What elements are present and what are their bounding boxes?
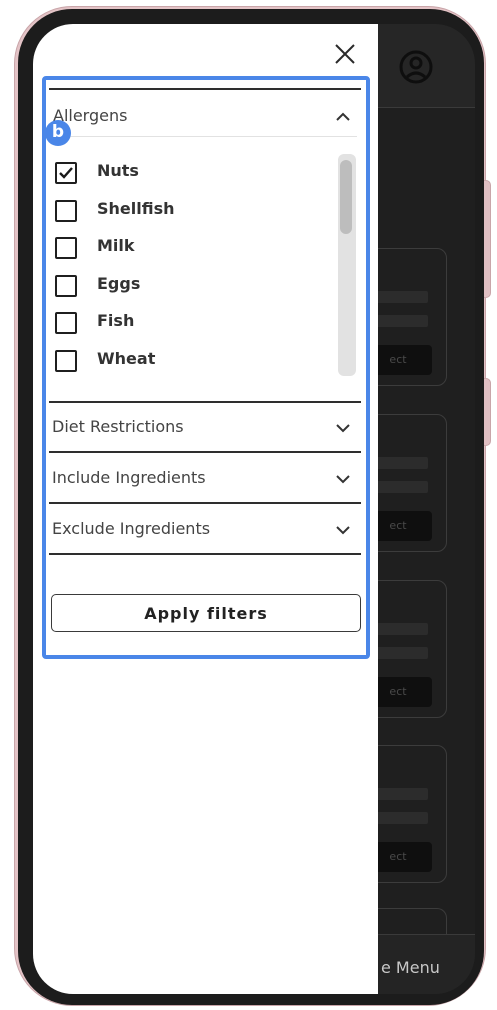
- device-screen: ect ect ect ect e Menu Allergens Nuts Sh…: [33, 24, 475, 994]
- user-circle-icon[interactable]: [399, 50, 433, 84]
- annotation-badge: b: [45, 120, 71, 146]
- device-power-button: [483, 378, 491, 446]
- filter-drawer: Allergens Nuts Shellfish Milk Eggs Fish …: [33, 24, 378, 994]
- annotation-highlight: b: [42, 76, 370, 659]
- close-icon[interactable]: [331, 40, 359, 68]
- device-volume-button: [483, 180, 491, 298]
- footer-menu-label[interactable]: e Menu: [378, 958, 475, 977]
